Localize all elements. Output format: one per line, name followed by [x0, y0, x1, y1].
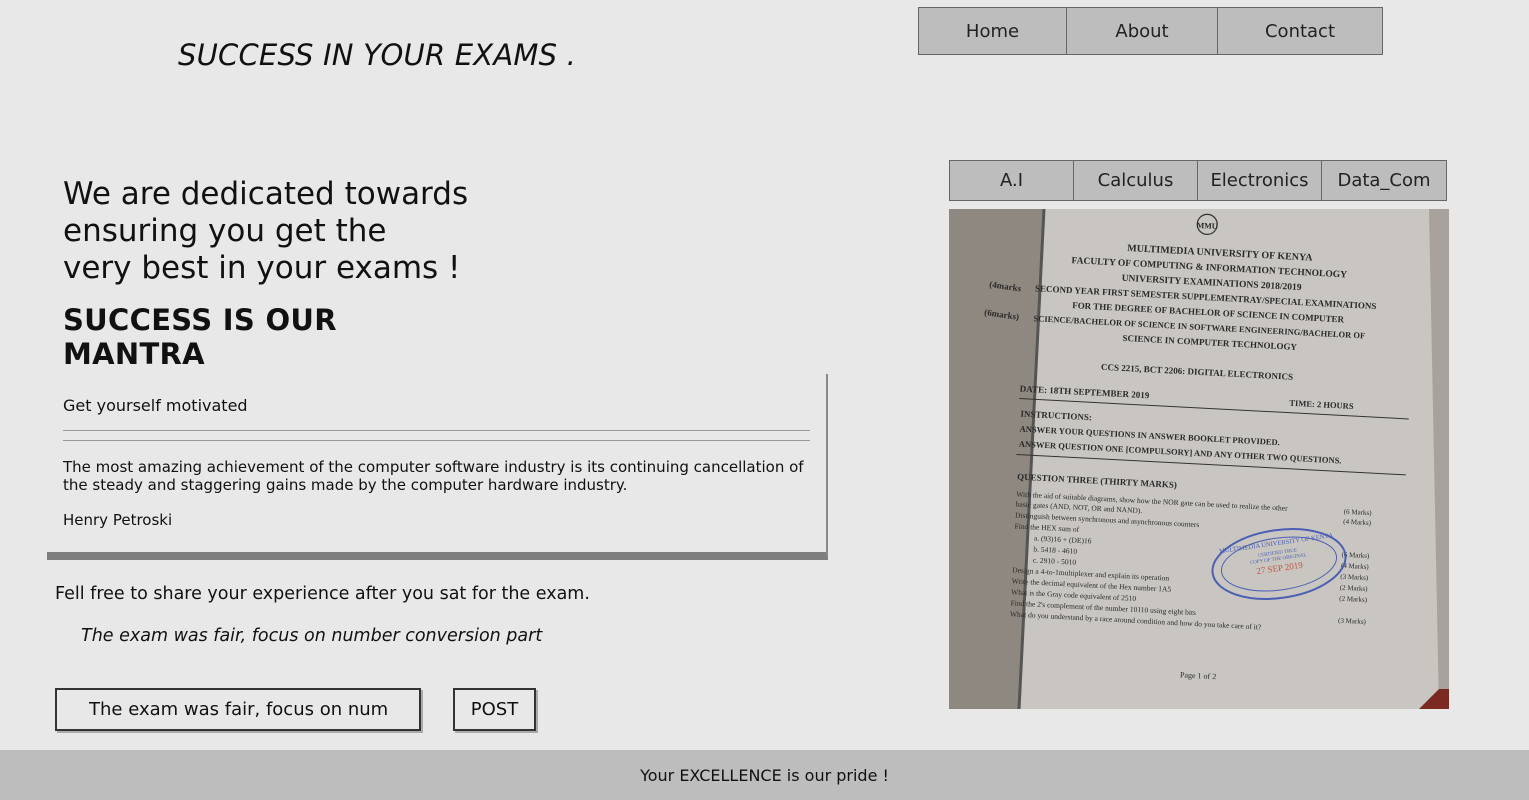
- hero-line-1: We are dedicated towards: [63, 176, 469, 212]
- exam-logo: MMU: [1196, 221, 1218, 231]
- subject-datacom-button[interactable]: Data_Com: [1322, 161, 1446, 200]
- exam-mark: (4 Marks): [1343, 518, 1372, 527]
- top-nav: Home About Contact: [918, 7, 1383, 55]
- post-button[interactable]: POST: [453, 688, 536, 731]
- subject-ai-button[interactable]: A.I: [950, 161, 1074, 200]
- posted-comment: The exam was fair, focus on number conve…: [81, 626, 543, 646]
- nav-contact-button[interactable]: Contact: [1218, 8, 1382, 54]
- quote-card: Get yourself motivated The most amazing …: [47, 374, 828, 560]
- comment-input[interactable]: [55, 688, 421, 731]
- nav-about-button[interactable]: About: [1067, 8, 1218, 54]
- hero-section: We are dedicated towards ensuring you ge…: [63, 176, 483, 371]
- exam-mark: (2 Marks): [1340, 584, 1369, 593]
- subject-calculus-button[interactable]: Calculus: [1074, 161, 1198, 200]
- hero-motto: SUCCESS IS OUR MANTRA: [63, 303, 337, 371]
- share-prompt: Fell free to share your experience after…: [55, 584, 590, 604]
- subject-nav: A.I Calculus Electronics Data_Com: [949, 160, 1447, 201]
- exam-paper-image: MMU MULTIMEDIA UNIVERSITY OF KENYA FACUL…: [949, 209, 1449, 709]
- quote-author: Henry Petroski: [63, 511, 173, 529]
- divider: [63, 430, 810, 431]
- hero-line-2: ensuring you get the: [63, 213, 387, 249]
- exam-mark: (2 Marks): [1339, 595, 1368, 604]
- exam-page-number: Page 1 of 2: [1180, 670, 1217, 681]
- nav-home-button[interactable]: Home: [919, 8, 1067, 54]
- footer: Your EXCELLENCE is our pride !: [0, 750, 1529, 800]
- footer-text: Your EXCELLENCE is our pride !: [640, 765, 889, 785]
- divider: [63, 440, 810, 441]
- site-title: SUCCESS IN YOUR EXAMS .: [178, 38, 577, 72]
- quote-heading: Get yourself motivated: [63, 396, 248, 415]
- quote-text: The most amazing achievement of the comp…: [63, 458, 804, 494]
- exam-mark: (3 Marks): [1338, 617, 1367, 626]
- exam-mark: (6 Marks): [1344, 508, 1373, 517]
- exam-mark: (3 Marks): [1340, 573, 1369, 582]
- subject-electronics-button[interactable]: Electronics: [1198, 161, 1322, 200]
- hero-line-3: very best in your exams !: [63, 250, 461, 286]
